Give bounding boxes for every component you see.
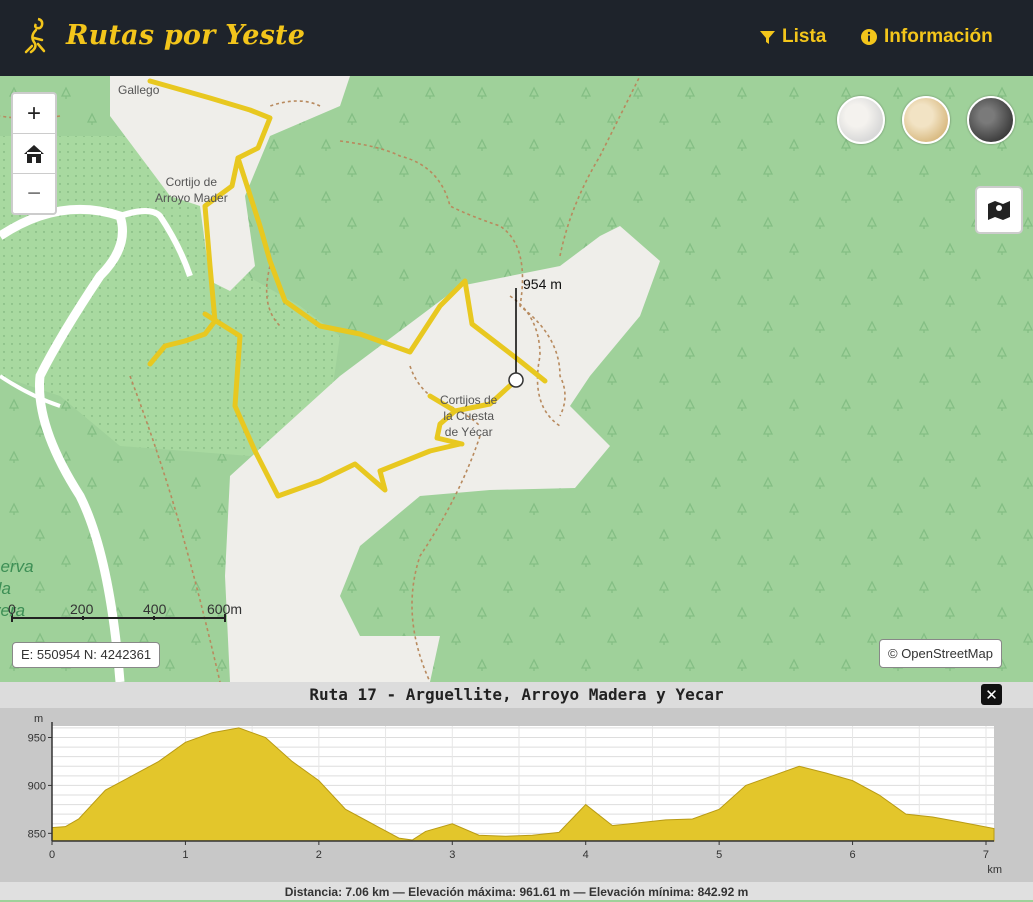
zoom-control: + −	[11, 92, 57, 215]
home-icon	[24, 144, 44, 163]
profile-summary: Distancia: 7.06 km — Elevación máxima: 9…	[0, 882, 1033, 900]
scale-label-600: 600m	[207, 601, 243, 617]
place-label-gallego: Gallego	[118, 83, 160, 97]
map-layers-button[interactable]	[975, 186, 1023, 234]
info-circle-icon	[861, 29, 877, 45]
app-header: Rutas por Yeste Lista Información	[0, 0, 1033, 76]
nav-lista-label: Lista	[782, 26, 827, 47]
place-label-arroyo-madera: Cortijo de Arroyo Mader	[155, 175, 228, 205]
x-unit-label: km	[987, 864, 1002, 876]
osm-attribution[interactable]: © OpenStreetMap	[879, 639, 1002, 668]
y-unit-label: m	[34, 713, 43, 725]
map-view[interactable]: Gallego Cortijo de Arroyo Mader Cortijos…	[0, 76, 1033, 682]
elevation-profile-panel: Ruta 17 - Arguellite, Arroyo Madera y Ye…	[0, 682, 1033, 900]
x-tick-label: 3	[449, 849, 455, 861]
x-tick-label: 7	[983, 849, 989, 861]
elevation-marker-label: 954 m	[523, 276, 562, 292]
close-icon: ✕	[985, 685, 998, 704]
x-tick-label: 5	[716, 849, 722, 861]
topo-map-layer[interactable]	[902, 96, 950, 144]
nav-lista-link[interactable]: Lista	[759, 26, 826, 48]
y-tick-label: 950	[28, 733, 46, 745]
zoom-in-button[interactable]: +	[13, 94, 55, 134]
street-map-layer[interactable]	[837, 96, 885, 144]
x-tick-label: 0	[49, 849, 55, 861]
zoom-out-button[interactable]: −	[13, 174, 55, 213]
brand-title[interactable]: Rutas por Yeste	[66, 20, 305, 51]
map-icon	[988, 201, 1010, 220]
y-tick-label: 850	[28, 828, 46, 840]
home-button[interactable]	[13, 134, 55, 174]
satellite-map-layer[interactable]	[967, 96, 1015, 144]
x-tick-label: 1	[182, 849, 188, 861]
coordinates-readout: E: 550954 N: 4242361	[12, 642, 161, 668]
place-label-yecar: Cortijos de la Cuesta de Yécar	[440, 393, 498, 439]
nav-info-label: Información	[884, 26, 993, 47]
filter-icon	[760, 30, 775, 44]
hiker-logo-icon[interactable]	[22, 16, 52, 56]
scale-label-200: 200	[70, 601, 94, 617]
y-tick-label: 900	[28, 780, 46, 792]
close-profile-button[interactable]: ✕	[981, 684, 1002, 705]
x-tick-label: 4	[583, 849, 589, 861]
profile-title: Ruta 17 - Arguellite, Arroyo Madera y Ye…	[0, 682, 1033, 708]
x-tick-label: 2	[316, 849, 322, 861]
x-tick-label: 6	[850, 849, 856, 861]
elevation-chart[interactable]: 850 900 950 0 1 2 3 4 5 6 7 m km	[0, 708, 1033, 882]
reserve-label: serva da vera	[0, 557, 34, 620]
map-tiles	[0, 76, 1033, 682]
scale-label-0: 0	[8, 601, 16, 617]
scale-label-400: 400	[143, 601, 167, 617]
nav-info-link[interactable]: Información	[860, 26, 993, 48]
